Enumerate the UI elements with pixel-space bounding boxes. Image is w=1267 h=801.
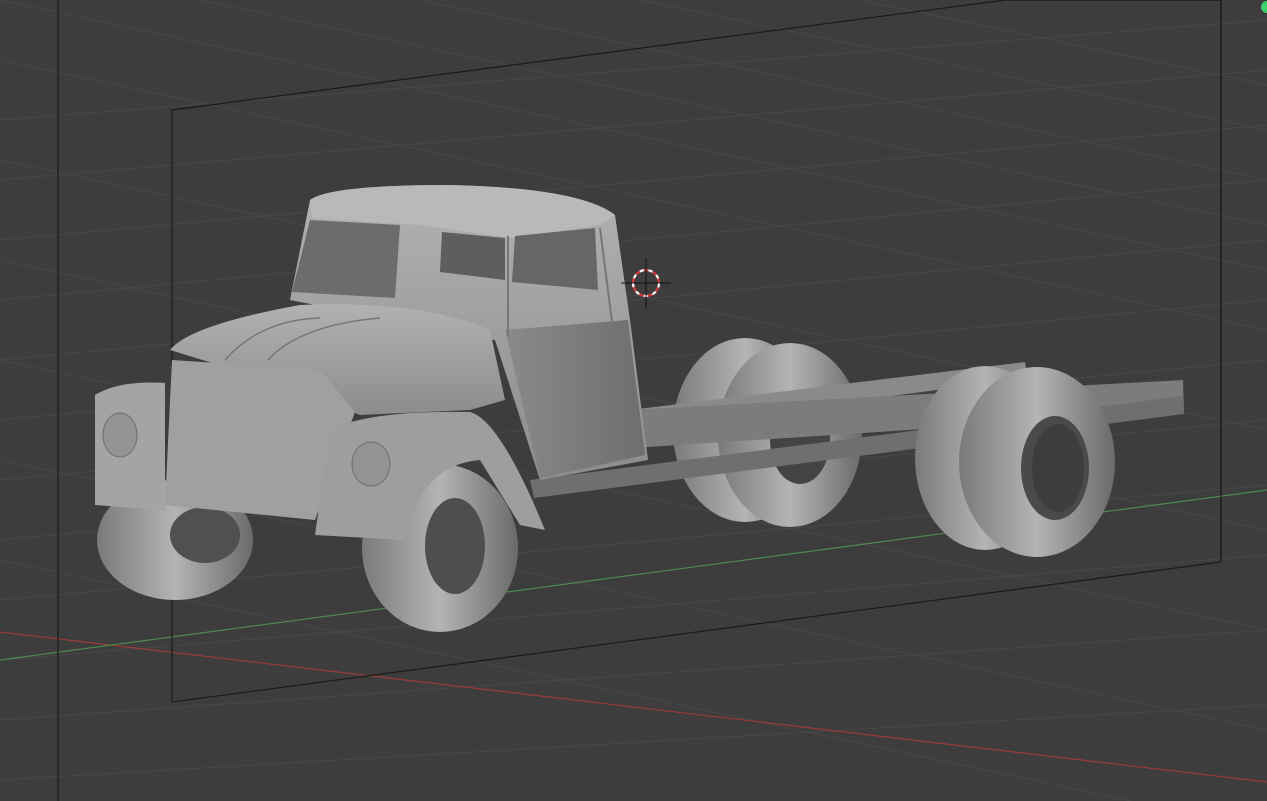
cab-door[interactable] [505,320,645,478]
windshield-left [292,220,400,298]
windshield-right [440,232,505,280]
left-headlight [102,412,138,458]
right-headlight [351,441,391,487]
rear-wheel-right-dual[interactable] [915,366,1115,557]
viewport-canvas[interactable] [0,0,1267,801]
3d-viewport[interactable] [0,0,1267,801]
gizmo-dot-icon[interactable] [1261,1,1267,13]
side-window [512,228,598,290]
left-fender[interactable] [95,382,165,511]
truck-model[interactable] [95,185,1184,632]
